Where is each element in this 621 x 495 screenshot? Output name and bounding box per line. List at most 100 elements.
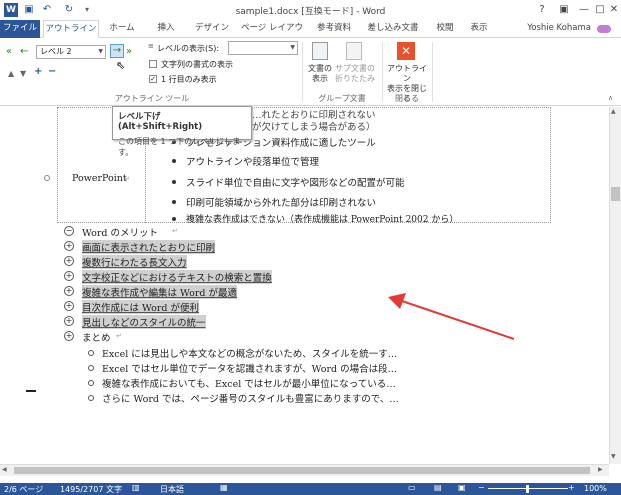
zoom-slider-thumb[interactable] bbox=[526, 485, 529, 493]
tab-mailings[interactable]: 差し込み文書 bbox=[362, 20, 424, 38]
outline-level-value: レベル 2 bbox=[40, 47, 72, 56]
print-layout-icon[interactable]: ▤ bbox=[434, 483, 442, 492]
user-name[interactable]: Yoshie Kohama bbox=[527, 20, 591, 38]
show-level-label: レベルの表示(S): bbox=[157, 44, 220, 53]
outline-expand-symbol-icon[interactable]: + bbox=[64, 286, 74, 296]
tab-file[interactable]: ファイル bbox=[0, 20, 40, 38]
paragraph-mark-icon: ↵ bbox=[172, 227, 178, 235]
tooltip-title: レベル下げ (Alt+Shift+Right) bbox=[118, 112, 203, 132]
list-item[interactable]: 複雑な表作成はできない（表作成機能は PowerPoint 2002 から） bbox=[186, 212, 458, 225]
sub-bullet-icon bbox=[88, 365, 94, 371]
group-separator bbox=[432, 42, 433, 102]
cut-off-text-2: が欠けてしまう場合がある） bbox=[252, 122, 376, 133]
group-separator bbox=[302, 42, 303, 102]
outline-collapse-symbol-icon[interactable]: − bbox=[64, 226, 74, 236]
show-format-checkbox[interactable] bbox=[149, 60, 157, 68]
collapse-icon[interactable]: − bbox=[48, 66, 56, 78]
list-item[interactable]: スライド単位で自由に文字や図形などの配置が可能 bbox=[186, 175, 405, 189]
collapse-ribbon-icon[interactable]: ∧ bbox=[608, 94, 613, 102]
outline-expand-symbol-icon[interactable]: + bbox=[64, 316, 74, 326]
table-row-handle-icon bbox=[44, 175, 50, 181]
zoom-in-icon[interactable]: + bbox=[568, 483, 575, 492]
outline-item[interactable]: 複雑な表作成や編集は Word が最適 bbox=[82, 285, 238, 299]
scroll-down-icon[interactable]: ▼ bbox=[611, 453, 616, 460]
read-mode-icon[interactable]: ▭ bbox=[408, 483, 416, 492]
vertical-scrollbar[interactable]: ▲ ▼ bbox=[609, 107, 621, 464]
outline-item[interactable]: 画面に表示されたとおりに印刷 bbox=[82, 240, 216, 254]
outline-item[interactable]: 見出しなどのスタイルの統一 bbox=[82, 315, 206, 329]
move-down-icon[interactable]: ▼ bbox=[20, 68, 26, 80]
show-level-combo[interactable]: ▼ bbox=[228, 41, 298, 55]
help-button[interactable]: ? bbox=[532, 2, 552, 18]
outline-expand-symbol-icon[interactable]: + bbox=[64, 256, 74, 266]
language-indicator[interactable]: 日本語 bbox=[160, 484, 184, 495]
tab-references[interactable]: 参考資料 bbox=[312, 20, 356, 38]
collapse-subdocs-label-2: 折りたたみ bbox=[335, 74, 375, 83]
tab-insert[interactable]: 挿入 bbox=[148, 20, 184, 38]
bullet-icon bbox=[172, 159, 176, 163]
close-outline-label-1: アウトライン bbox=[387, 64, 427, 83]
demote-icon[interactable]: → bbox=[110, 44, 124, 58]
show-document-label-1: 文書の bbox=[308, 64, 332, 73]
tab-design[interactable]: デザイン bbox=[190, 20, 234, 38]
scroll-right-icon[interactable]: ▶ bbox=[598, 466, 603, 473]
outline-heading[interactable]: まとめ bbox=[82, 330, 111, 344]
show-document-label-2: 表示 bbox=[312, 74, 328, 83]
horizontal-scroll-thumb[interactable] bbox=[14, 467, 590, 474]
summary-item[interactable]: Excel には見出しや本文などの概念がないため、スタイルを統一す… bbox=[102, 346, 397, 360]
tab-page-layout[interactable]: ページ レイアウト bbox=[238, 20, 306, 50]
paragraph-mark-icon: ↵ bbox=[124, 175, 130, 183]
word-count[interactable]: 1495/2707 文字 bbox=[60, 484, 122, 495]
outline-expand-symbol-icon[interactable]: + bbox=[64, 271, 74, 281]
summary-item[interactable]: 複雑な表作成においても、Excel ではセルが最小単位になっている… bbox=[102, 376, 396, 390]
sub-bullet-icon bbox=[88, 350, 94, 356]
zoom-out-icon[interactable]: − bbox=[478, 483, 485, 492]
summary-item[interactable]: さらに Word では、ページ番号のスタイルも豊富にありますので、… bbox=[102, 391, 399, 405]
move-up-icon[interactable]: ▲ bbox=[8, 68, 14, 80]
summary-item[interactable]: Excel ではセル単位でデータを認識されますが、Word の場合は段… bbox=[102, 361, 397, 375]
zoom-level[interactable]: 100% bbox=[584, 484, 607, 493]
outline-expand-symbol-icon[interactable]: + bbox=[64, 331, 74, 341]
collapse-subdocs-button[interactable]: サブ文書の 折りたたみ bbox=[334, 64, 376, 84]
demote-to-body-icon[interactable]: » bbox=[126, 46, 132, 58]
outline-item[interactable]: 目次作成には Word が便利 bbox=[82, 300, 200, 314]
collapse-subdocs-label-1: サブ文書の bbox=[335, 64, 375, 73]
tab-outline[interactable]: アウトライン bbox=[43, 20, 99, 38]
tab-home[interactable]: ホーム bbox=[102, 20, 142, 38]
outline-level-combo[interactable]: レベル 2 ▼ bbox=[36, 45, 106, 59]
scroll-left-icon[interactable]: ◀ bbox=[2, 466, 7, 473]
mouse-cursor-icon: ⇖ bbox=[116, 59, 126, 72]
first-line-checkbox[interactable]: ✓ bbox=[149, 75, 157, 83]
group-label-master: グループ文書 bbox=[318, 94, 366, 103]
user-avatar[interactable] bbox=[597, 25, 611, 33]
chevron-down-icon: ▼ bbox=[98, 48, 103, 55]
close-outline-icon: ✕ bbox=[397, 42, 415, 60]
page-indicator[interactable]: 2/6 ページ bbox=[4, 484, 43, 495]
group-separator bbox=[382, 42, 383, 102]
tab-review[interactable]: 校閲 bbox=[430, 20, 460, 38]
macro-record-icon[interactable]: ▦ bbox=[220, 483, 228, 492]
close-button[interactable]: ✕ bbox=[604, 2, 621, 18]
tab-view[interactable]: 表示 bbox=[464, 20, 494, 38]
promote-icon[interactable]: ← bbox=[20, 46, 28, 58]
collapse-subdocs-icon bbox=[346, 42, 362, 60]
chevron-down-icon: ▼ bbox=[290, 44, 295, 51]
vertical-scroll-thumb[interactable] bbox=[611, 187, 620, 201]
show-document-button[interactable]: 文書の 表示 bbox=[304, 64, 336, 84]
end-of-document-marker bbox=[26, 390, 36, 392]
scroll-up-icon[interactable]: ▲ bbox=[611, 108, 616, 115]
ribbon-display-options-icon[interactable]: ▣ bbox=[554, 2, 574, 18]
list-item[interactable]: 印刷可能領域から外れた部分は印刷されない bbox=[186, 195, 376, 209]
outline-heading[interactable]: Word のメリット bbox=[82, 225, 158, 239]
proofing-icon[interactable]: ▥ bbox=[132, 483, 140, 492]
outline-item[interactable]: 複数行にわたる長文入力 bbox=[82, 255, 187, 269]
group-label-outline: アウトライン ツール bbox=[114, 94, 190, 103]
expand-icon[interactable]: + bbox=[34, 66, 42, 78]
web-layout-icon[interactable]: ▣ bbox=[458, 483, 466, 492]
horizontal-scrollbar[interactable]: ◀ ▶ bbox=[0, 464, 609, 476]
tooltip-description: この項目を 1 つ下のレベルにします。 bbox=[118, 137, 241, 157]
outline-expand-symbol-icon[interactable]: + bbox=[64, 301, 74, 311]
promote-to-heading1-icon[interactable]: « bbox=[6, 46, 12, 58]
outline-item[interactable]: 文字校正などにおけるテキストの検索と置換 bbox=[82, 270, 272, 284]
outline-expand-symbol-icon[interactable]: + bbox=[64, 241, 74, 251]
